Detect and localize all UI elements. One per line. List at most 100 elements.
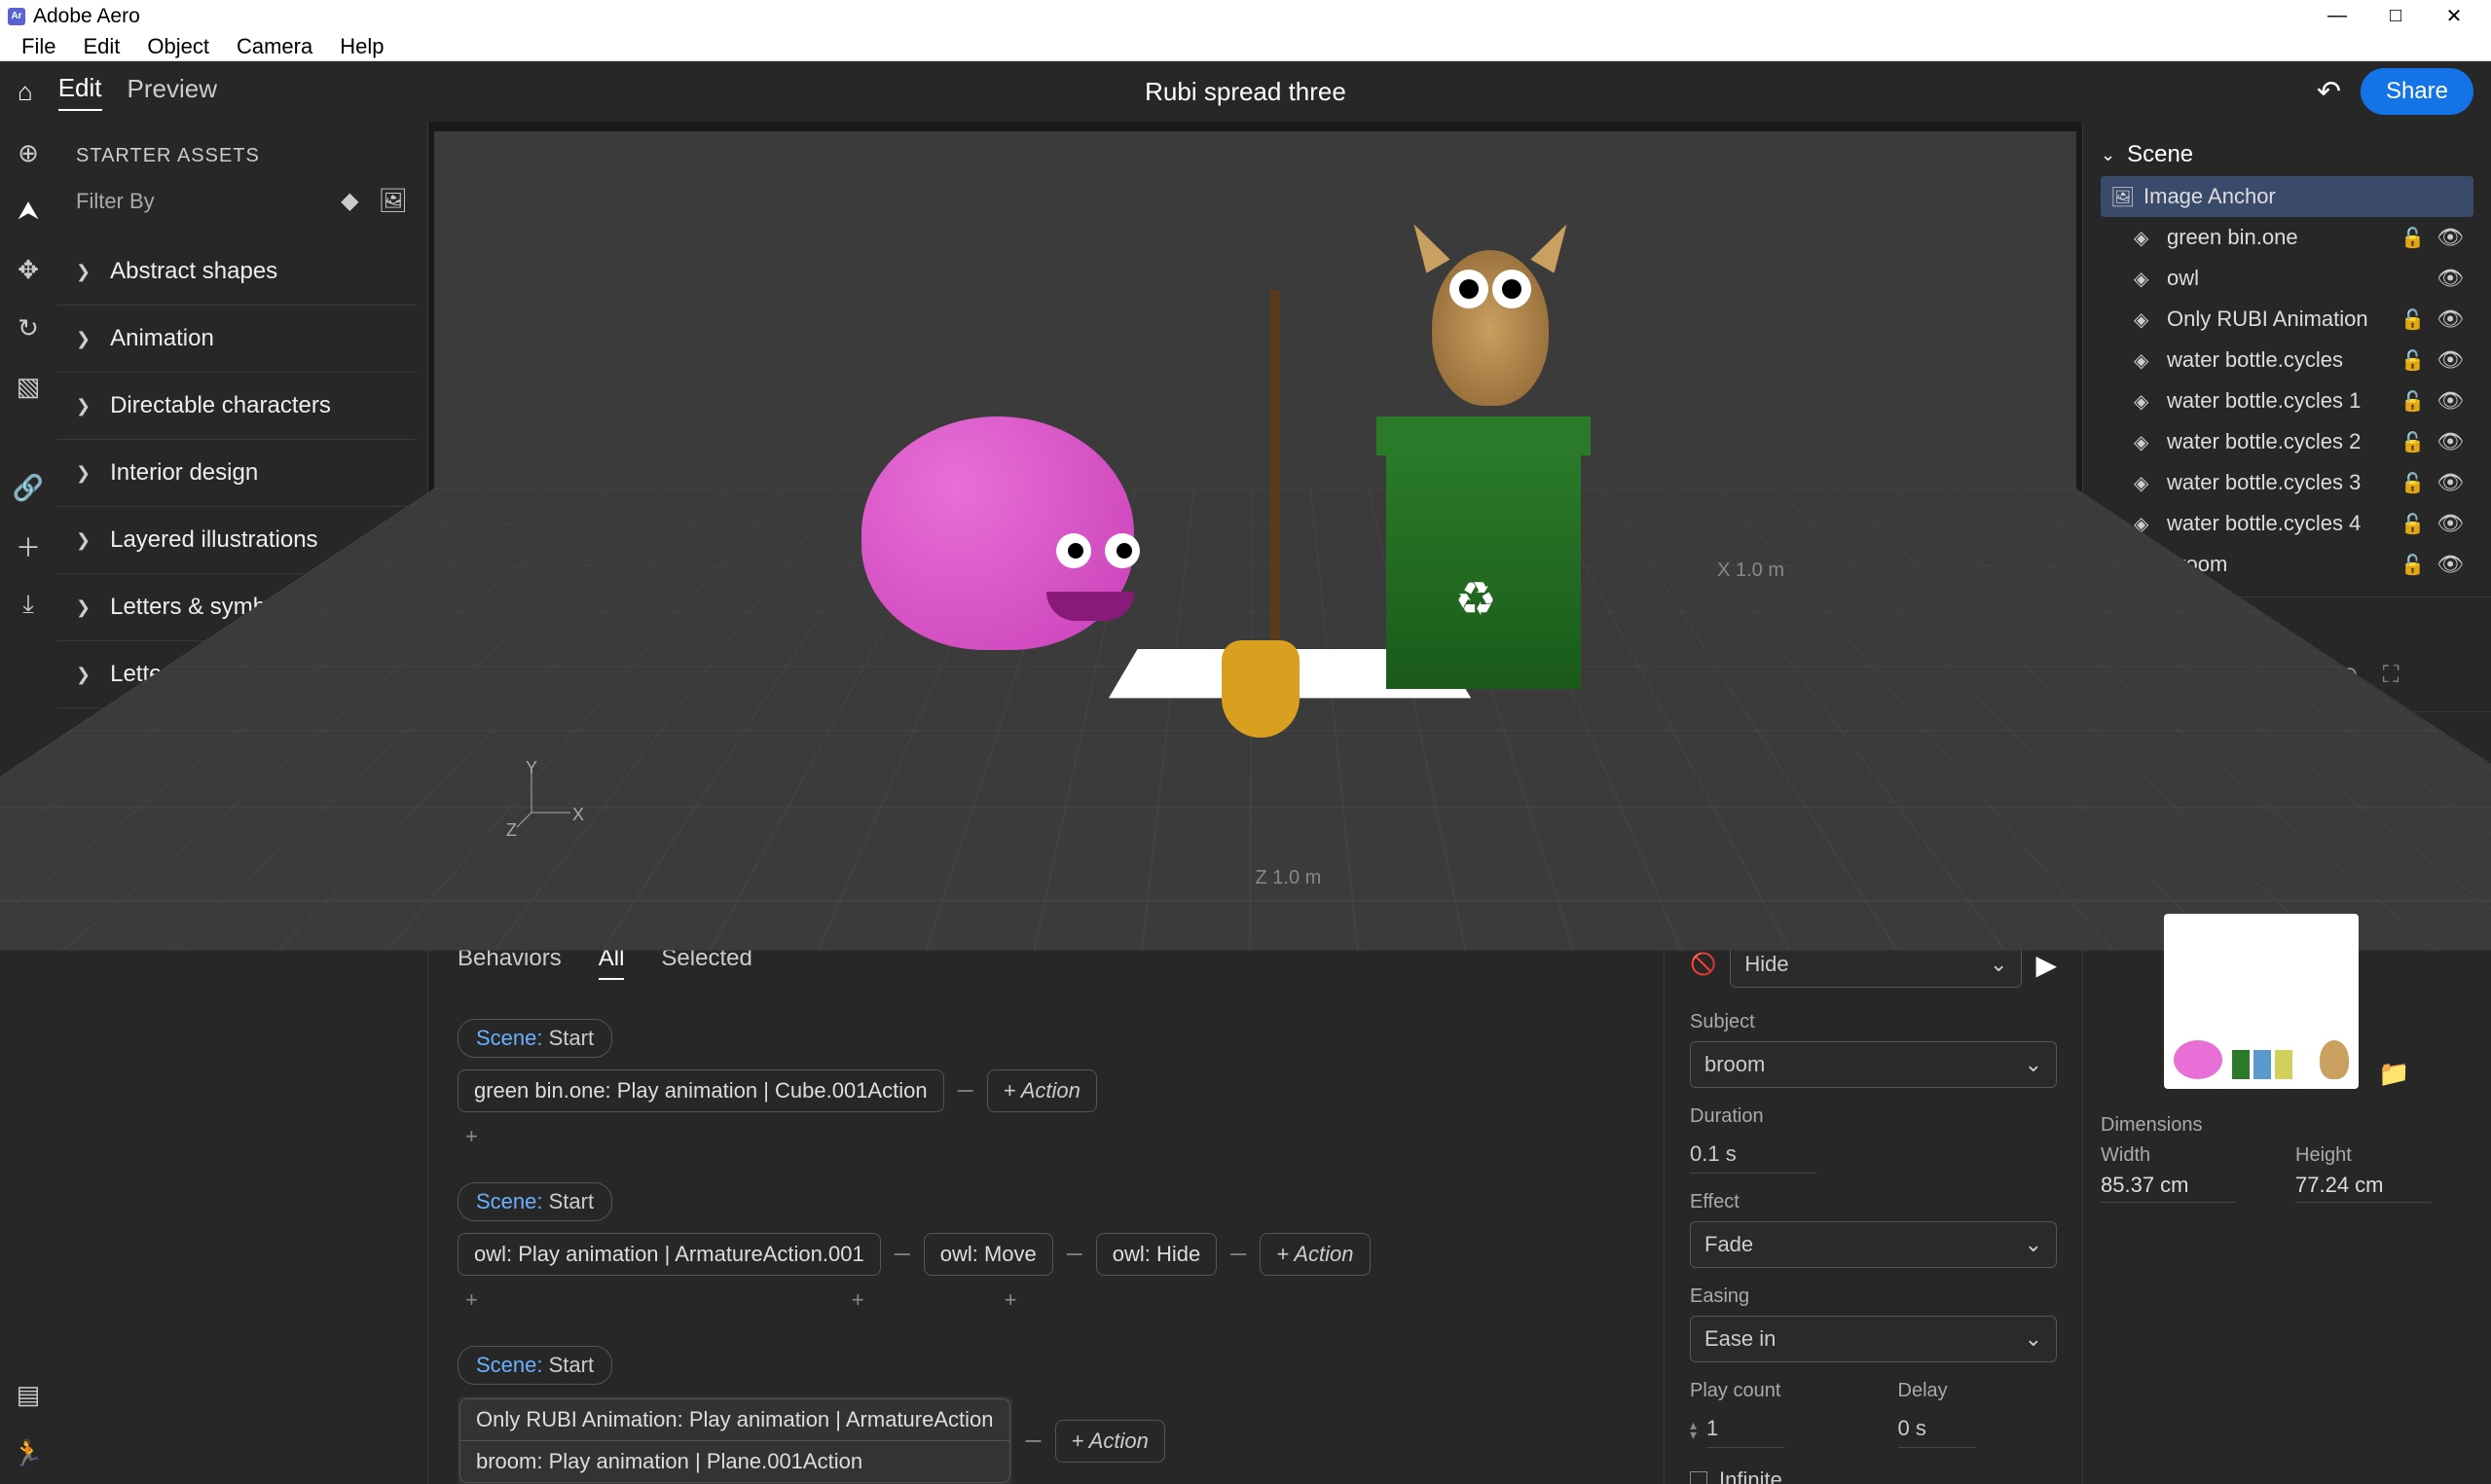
scene-item-image-anchor[interactable]: 🖼 Image Anchor bbox=[2101, 176, 2473, 217]
lock-icon[interactable]: 🔓 bbox=[2400, 553, 2425, 577]
delay-input[interactable] bbox=[1898, 1410, 1976, 1448]
axis-gizmo[interactable]: Y X Z bbox=[512, 764, 580, 837]
eye-icon[interactable]: 👁 bbox=[2436, 470, 2464, 495]
action-stack[interactable]: Only RUBI Animation: Play animation | Ar… bbox=[458, 1396, 1012, 1484]
lock-icon[interactable]: 🔓 bbox=[2400, 308, 2425, 332]
scale-tool-icon[interactable]: ▧ bbox=[11, 369, 46, 404]
eye-icon[interactable]: 👁 bbox=[2436, 347, 2464, 373]
filter-3d-icon[interactable]: ◆ bbox=[341, 187, 358, 215]
cube-icon: ◈ bbox=[2134, 267, 2155, 291]
duration-input[interactable] bbox=[1690, 1136, 1816, 1174]
add-action-button[interactable]: + Action bbox=[987, 1069, 1097, 1112]
window-minimize-button[interactable]: — bbox=[2308, 0, 2366, 32]
window-close-button[interactable]: ✕ bbox=[2425, 0, 2483, 32]
eye-icon[interactable]: 👁 bbox=[2436, 388, 2464, 414]
eye-icon[interactable]: 👁 bbox=[2436, 266, 2464, 291]
asset-category[interactable]: ❯Interior design bbox=[56, 440, 418, 507]
home-icon[interactable]: ⌂ bbox=[18, 77, 33, 107]
trigger-chip[interactable]: Scene: Start bbox=[458, 1019, 612, 1058]
visibility-off-icon[interactable]: 🚫 bbox=[1690, 952, 1716, 977]
add-row-button[interactable]: + bbox=[844, 1284, 872, 1317]
lock-icon[interactable]: 🔓 bbox=[2400, 348, 2425, 373]
undo-icon[interactable]: ↶ bbox=[2317, 75, 2341, 109]
window-maximize-button[interactable]: □ bbox=[2366, 0, 2425, 32]
add-action-button[interactable]: + Action bbox=[1260, 1233, 1370, 1276]
asset-category[interactable]: ❯Abstract shapes bbox=[56, 238, 418, 306]
trigger-chip[interactable]: Scene: Start bbox=[458, 1346, 612, 1385]
add-row-button[interactable]: + bbox=[458, 1284, 486, 1317]
width-label: Width bbox=[2101, 1144, 2237, 1167]
object-rubi-monster[interactable] bbox=[861, 416, 1173, 708]
action-chip[interactable]: owl: Hide bbox=[1096, 1233, 1217, 1276]
plus-tool-icon[interactable]: ＋ bbox=[11, 528, 46, 563]
action-chip[interactable]: green bin.one: Play animation | Cube.001… bbox=[458, 1069, 944, 1112]
object-broom[interactable] bbox=[1256, 290, 1295, 718]
add-action-button[interactable]: + Action bbox=[1055, 1420, 1165, 1463]
eye-icon[interactable]: 👁 bbox=[2436, 225, 2464, 250]
action-chip[interactable]: owl: Play animation | ArmatureAction.001 bbox=[458, 1233, 881, 1276]
panel-toggle-icon[interactable]: ▤ bbox=[11, 1377, 46, 1412]
run-icon[interactable]: 🏃 bbox=[11, 1435, 46, 1470]
lock-icon[interactable]: 🔓 bbox=[2400, 430, 2425, 454]
eye-icon[interactable]: 👁 bbox=[2436, 307, 2464, 332]
browse-folder-icon[interactable]: 📁 bbox=[2378, 1059, 2409, 1089]
link-tool-icon[interactable]: 🔗 bbox=[11, 470, 46, 505]
chevron-right-icon: ❯ bbox=[76, 530, 91, 551]
behavior-group: Scene: Start green bin.one: Play animati… bbox=[458, 1019, 1634, 1153]
scene-item[interactable]: ◈ water bottle.cycles 🔓 👁 bbox=[2101, 340, 2473, 380]
lock-icon[interactable]: 🔓 bbox=[2400, 471, 2425, 495]
rotate-tool-icon[interactable]: ↻ bbox=[11, 310, 46, 345]
tab-edit[interactable]: Edit bbox=[58, 73, 102, 111]
action-chip[interactable]: Only RUBI Animation: Play animation | Ar… bbox=[459, 1398, 1010, 1441]
object-green-bin[interactable]: ♻ bbox=[1386, 416, 1600, 689]
lock-icon[interactable]: 🔓 bbox=[2400, 512, 2425, 536]
menu-object[interactable]: Object bbox=[133, 30, 223, 63]
menu-camera[interactable]: Camera bbox=[223, 30, 326, 63]
select-tool-icon[interactable]: ⮝ bbox=[11, 194, 46, 229]
action-chip[interactable]: owl: Move bbox=[924, 1233, 1053, 1276]
filter-image-icon[interactable]: 🖼 bbox=[379, 187, 408, 215]
object-owl[interactable] bbox=[1403, 211, 1578, 425]
scene-item[interactable]: ◈ water bottle.cycles 3 🔓 👁 bbox=[2101, 462, 2473, 503]
scene-item[interactable]: ◈ owl 👁 bbox=[2101, 258, 2473, 299]
play-icon[interactable]: ▶ bbox=[2035, 949, 2057, 981]
move-tool-icon[interactable]: ✥ bbox=[11, 252, 46, 287]
add-row-button[interactable]: + bbox=[458, 1120, 1634, 1153]
menu-file[interactable]: File bbox=[8, 30, 69, 63]
scene-item[interactable]: ◈ water bottle.cycles 2 🔓 👁 bbox=[2101, 421, 2473, 462]
share-button[interactable]: Share bbox=[2361, 68, 2473, 115]
trigger-chip[interactable]: Scene: Start bbox=[458, 1182, 612, 1221]
eye-icon[interactable]: 👁 bbox=[2436, 511, 2464, 536]
add-tool-icon[interactable]: ⊕ bbox=[11, 135, 46, 170]
eye-icon[interactable]: 👁 bbox=[2436, 429, 2464, 454]
lock-icon[interactable]: 🔓 bbox=[2400, 389, 2425, 414]
eye-icon[interactable]: 👁 bbox=[2436, 552, 2464, 577]
effect-dropdown[interactable]: Fade⌄ bbox=[1690, 1221, 2057, 1268]
menu-edit[interactable]: Edit bbox=[69, 30, 133, 63]
subject-dropdown[interactable]: broom⌄ bbox=[1690, 1041, 2057, 1088]
lock-icon[interactable]: 🔓 bbox=[2400, 226, 2425, 250]
infinite-checkbox[interactable] bbox=[1690, 1471, 1707, 1484]
easing-dropdown[interactable]: Ease in⌄ bbox=[1690, 1316, 2057, 1362]
ground-tool-icon[interactable]: ⤓ bbox=[11, 587, 46, 622]
asset-category[interactable]: ❯Directable characters bbox=[56, 373, 418, 440]
scene-header[interactable]: ⌄Scene bbox=[2101, 133, 2473, 176]
scene-item[interactable]: ◈ water bottle.cycles 4 🔓 👁 bbox=[2101, 503, 2473, 544]
3d-viewport[interactable]: ♻ Y X Z X 1.0 m Z 1.0 m bbox=[434, 131, 2076, 924]
width-value[interactable]: 85.37 cm bbox=[2101, 1173, 2237, 1203]
action-chip[interactable]: broom: Play animation | Plane.001Action bbox=[459, 1441, 1010, 1483]
scene-item[interactable]: ◈ water bottle.cycles 1 🔓 👁 bbox=[2101, 380, 2473, 421]
expand-icon[interactable]: ⛶ bbox=[2383, 662, 2399, 690]
scene-item[interactable]: ◈ Only RUBI Animation 🔓 👁 bbox=[2101, 299, 2473, 340]
add-row-button[interactable]: + bbox=[997, 1284, 1025, 1317]
asset-category[interactable]: ❯Animation bbox=[56, 306, 418, 373]
behavior-group: Scene: Start owl: Play animation | Armat… bbox=[458, 1182, 1634, 1317]
play-count-input[interactable] bbox=[1706, 1410, 1784, 1448]
menu-help[interactable]: Help bbox=[326, 30, 397, 63]
effect-label: Effect bbox=[1690, 1191, 2057, 1213]
scene-item[interactable]: ◈ green bin.one 🔓 👁 bbox=[2101, 217, 2473, 258]
anchor-image-preview[interactable] bbox=[2164, 914, 2359, 1089]
tab-preview[interactable]: Preview bbox=[128, 74, 217, 110]
stepper-arrows[interactable]: ▴▾ bbox=[1690, 1420, 1697, 1439]
height-value[interactable]: 77.24 cm bbox=[2295, 1173, 2432, 1203]
